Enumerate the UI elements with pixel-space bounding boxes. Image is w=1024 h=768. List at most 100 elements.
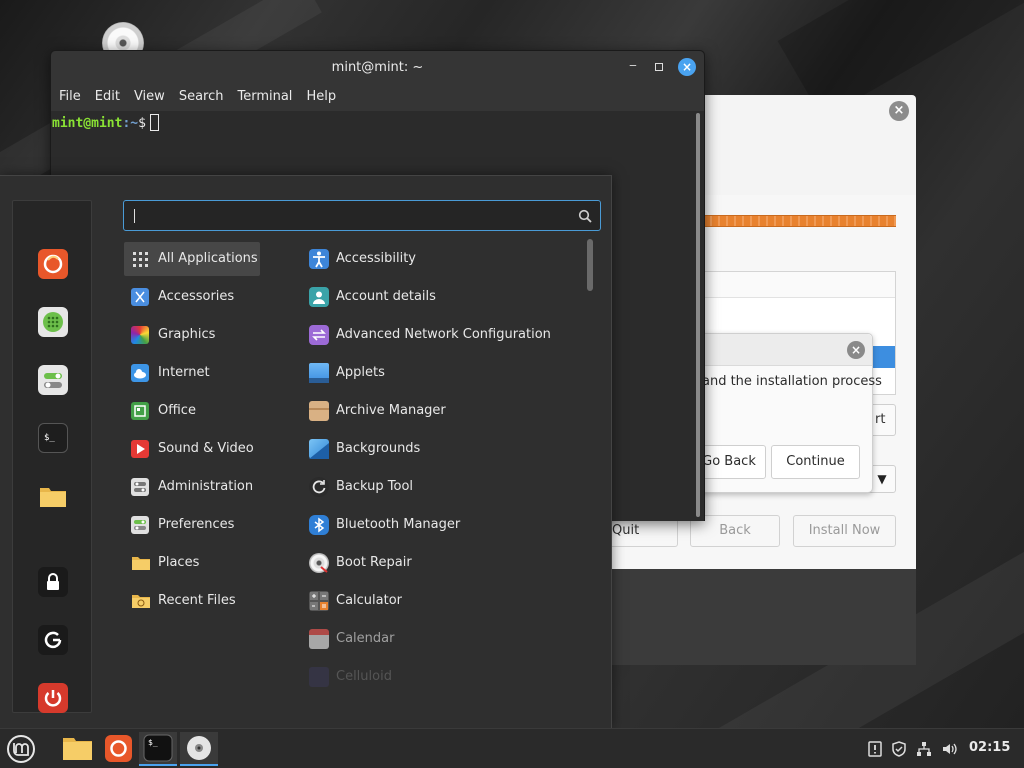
bluetooth-icon [309,515,329,535]
app-label: Celluloid [336,669,392,684]
continue-button[interactable]: Continue [771,445,860,479]
close-icon[interactable]: × [847,341,865,359]
scissors-icon [131,288,149,306]
category-office[interactable]: Office [124,394,260,428]
menu-search[interactable]: Search [179,85,232,111]
power-icon[interactable] [38,683,68,713]
calendar-icon [309,629,329,649]
disc-icon[interactable] [180,732,218,766]
firefox-icon[interactable] [38,249,68,279]
menu-scrollbar[interactable] [587,239,593,291]
app-bluetooth-manager[interactable]: Bluetooth Manager [302,508,582,542]
lock-icon[interactable] [38,567,68,597]
shield-icon[interactable] [890,740,908,758]
app-backup-tool[interactable]: Backup Tool [302,470,582,504]
terminal-menubar: File Edit View Search Terminal Help [51,85,704,111]
prompt-user: mint@mint [52,116,123,131]
terminal-prompt: mint@mint:~$ [52,114,159,131]
system-settings-icon[interactable] [38,365,68,395]
boot-repair-icon [309,553,329,573]
app-label: Calendar [336,631,395,646]
account-icon [309,287,329,307]
category-label: Office [158,403,196,418]
category-label: Preferences [158,517,235,532]
terminal-scrollbar[interactable] [696,113,700,517]
favorites-bar: $_ [12,200,92,713]
app-advanced-network-configuration[interactable]: Advanced Network Configuration [302,318,582,352]
menu-file[interactable]: File [59,85,89,111]
volume-icon[interactable] [941,740,959,758]
terminal-icon[interactable]: $_ [38,423,68,453]
search-box[interactable] [123,200,601,231]
network-icon[interactable] [915,740,933,758]
category-label: All Applications [158,251,258,266]
app-archive-manager[interactable]: Archive Manager [302,394,582,428]
menu-edit[interactable]: Edit [95,85,128,111]
install-now-button[interactable]: Install Now [793,515,896,547]
window-title: mint@mint: ~ [331,60,424,75]
menu-view[interactable]: View [134,85,173,111]
terminal-titlebar[interactable]: mint@mint: ~ ‒ × [51,51,704,85]
files-icon[interactable] [38,481,68,511]
software-manager-icon[interactable] [38,307,68,337]
svg-text:$_: $_ [148,738,158,747]
app-backgrounds[interactable]: Backgrounds [302,432,582,466]
search-input[interactable] [138,207,578,225]
menu-terminal[interactable]: Terminal [237,85,300,111]
category-label: Recent Files [158,593,236,608]
office-icon [131,402,149,420]
category-all-applications[interactable]: All Applications [124,242,260,276]
app-calculator[interactable]: Calculator [302,584,582,618]
category-label: Sound & Video [158,441,254,456]
logout-icon[interactable] [38,625,68,655]
app-applets[interactable]: Applets [302,356,582,390]
app-label: Backgrounds [336,441,421,456]
firefox-icon[interactable] [99,732,137,766]
app-label: Accessibility [336,251,416,266]
category-label: Places [158,555,200,570]
folder-icon [131,554,150,572]
category-label: Internet [158,365,210,380]
app-calendar[interactable]: Calendar [302,622,582,656]
category-label: Administration [158,479,254,494]
category-places[interactable]: Places [124,546,260,580]
prompt-symbol: $ [138,116,146,131]
mint-menu-icon[interactable] [2,732,40,766]
app-label: Bluetooth Manager [336,517,461,532]
menu-help[interactable]: Help [306,85,344,111]
category-preferences[interactable]: Preferences [124,508,260,542]
category-sound-video[interactable]: Sound & Video [124,432,260,466]
app-accessibility[interactable]: Accessibility [302,242,582,276]
play-icon [131,440,149,458]
prompt-path: :~ [122,116,139,131]
close-icon[interactable]: × [678,58,696,76]
notification-icon[interactable] [866,740,884,758]
category-administration[interactable]: Administration [124,470,260,504]
recent-folder-icon [131,592,150,610]
app-label: Backup Tool [336,479,414,494]
app-account-details[interactable]: Account details [302,280,582,314]
app-label: Boot Repair [336,555,412,570]
app-celluloid[interactable]: Celluloid [302,660,582,694]
dialog-message: and the installation process [702,374,882,389]
clock[interactable]: 02:15 [969,740,1010,755]
minimize-icon[interactable]: ‒ [626,59,640,74]
backup-icon [309,477,329,497]
close-icon[interactable]: × [889,101,909,121]
category-graphics[interactable]: Graphics [124,318,260,352]
maximize-icon[interactable] [652,60,666,74]
terminal-icon[interactable]: $_ [139,732,177,766]
admin-icon [131,478,149,496]
graphics-icon [131,326,149,344]
category-internet[interactable]: Internet [124,356,260,390]
text-caret [134,209,135,223]
preferences-icon [131,516,149,534]
restart-button[interactable]: rt [872,404,896,436]
app-label: Calculator [336,593,403,608]
network-config-icon [309,325,329,345]
svg-text:$_: $_ [44,433,55,443]
files-icon[interactable] [58,732,96,766]
category-recent-files[interactable]: Recent Files [124,584,260,618]
category-accessories[interactable]: Accessories [124,280,260,314]
app-boot-repair[interactable]: Boot Repair [302,546,582,580]
